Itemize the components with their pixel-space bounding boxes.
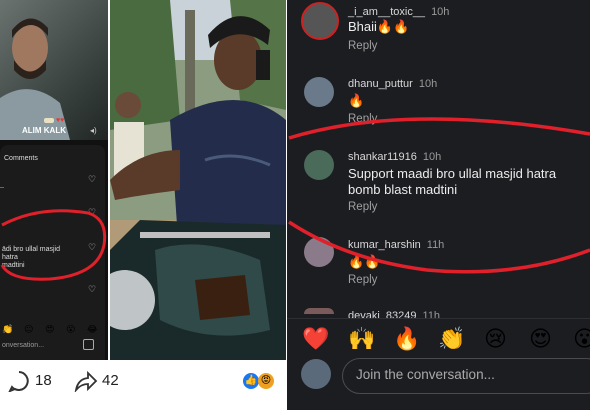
comments-count: 18 [35, 372, 52, 389]
gif-sticker-icon[interactable] [83, 339, 94, 350]
red-annotation-circle [0, 209, 107, 281]
emoji-neutral[interactable]: 😐 [24, 321, 33, 337]
emoji-wow[interactable]: 😮 [573, 326, 590, 352]
shares-count: 42 [102, 372, 119, 389]
angry-reaction-icon: 😡 [258, 373, 274, 389]
red-annotation-circle [288, 117, 590, 274]
conversation-input[interactable]: onversation... [2, 342, 44, 349]
comments-title: Comments [4, 155, 38, 162]
my-avatar [301, 359, 331, 389]
comment-time: 11h [422, 310, 441, 318]
left-emoji-bar: 👏 😐 😍 😮 😂 [0, 321, 105, 337]
reply-button[interactable]: Reply [348, 40, 377, 52]
join-placeholder: Join the conversation... [356, 367, 495, 382]
comment-icon[interactable] [8, 370, 30, 392]
avatar[interactable] [301, 2, 339, 40]
comment-text: 🔥 [348, 93, 365, 108]
comment-header: dhanu_puttur 10h [348, 74, 437, 92]
comment-header: devaki_83249 11h [348, 306, 440, 318]
like-reaction-icon: 👍 [243, 373, 259, 389]
emoji-laugh[interactable]: 😂 [87, 321, 98, 337]
left-screenshot-panel: ♥♥ ALIM KALK ◂) Comments ♡ ♡ ādi bro ull… [0, 0, 108, 360]
avatar[interactable] [304, 308, 334, 314]
emoji-clap[interactable]: 👏 [2, 321, 13, 337]
avatar[interactable] [304, 77, 334, 107]
heart-sticker: ♥♥ [56, 117, 65, 124]
emoji-red-heart[interactable]: ❤️ [302, 326, 329, 352]
emoji-heart-eyes[interactable]: 😍 [45, 321, 54, 337]
emoji-clap[interactable]: 👏 [438, 326, 465, 352]
emoji-fire[interactable]: 🔥 [393, 326, 420, 352]
comment-time: 10h [431, 6, 450, 18]
comment-username[interactable]: _i_am__toxic__ [348, 6, 425, 18]
comment-username[interactable]: dhanu_puttur [348, 78, 413, 90]
comments-screenshot-panel: _i_am__toxic__ 10h Bhaii🔥🔥 Reply dhanu_pu… [287, 0, 590, 410]
emoji-sticker [44, 118, 54, 123]
emoji-wow[interactable]: 😮 [66, 321, 75, 337]
share-icon[interactable] [74, 370, 98, 392]
like-heart-icon[interactable]: ♡ [88, 285, 97, 294]
comment-time: 10h [418, 78, 438, 90]
post-action-bar: 18 42 👍 😡 [0, 360, 286, 410]
emoji-crying[interactable]: 😢 [484, 326, 507, 352]
comment-header: _i_am__toxic__ 10h [348, 2, 449, 20]
comment-text: Bhaii🔥🔥 [348, 19, 410, 34]
like-heart-icon[interactable]: ♡ [88, 175, 97, 184]
emoji-heart-eyes[interactable]: 😍 [529, 326, 552, 352]
join-conversation-input[interactable]: Join the conversation... [342, 358, 590, 394]
video-overlay-text: ALIM KALK [22, 126, 66, 135]
man-on-motorbike-photo [110, 0, 286, 360]
comment-username[interactable]: devaki_83249 [348, 310, 417, 318]
emoji-raised-hands[interactable]: 🙌 [348, 326, 375, 352]
speaker-icon[interactable]: ◂) [90, 126, 97, 135]
